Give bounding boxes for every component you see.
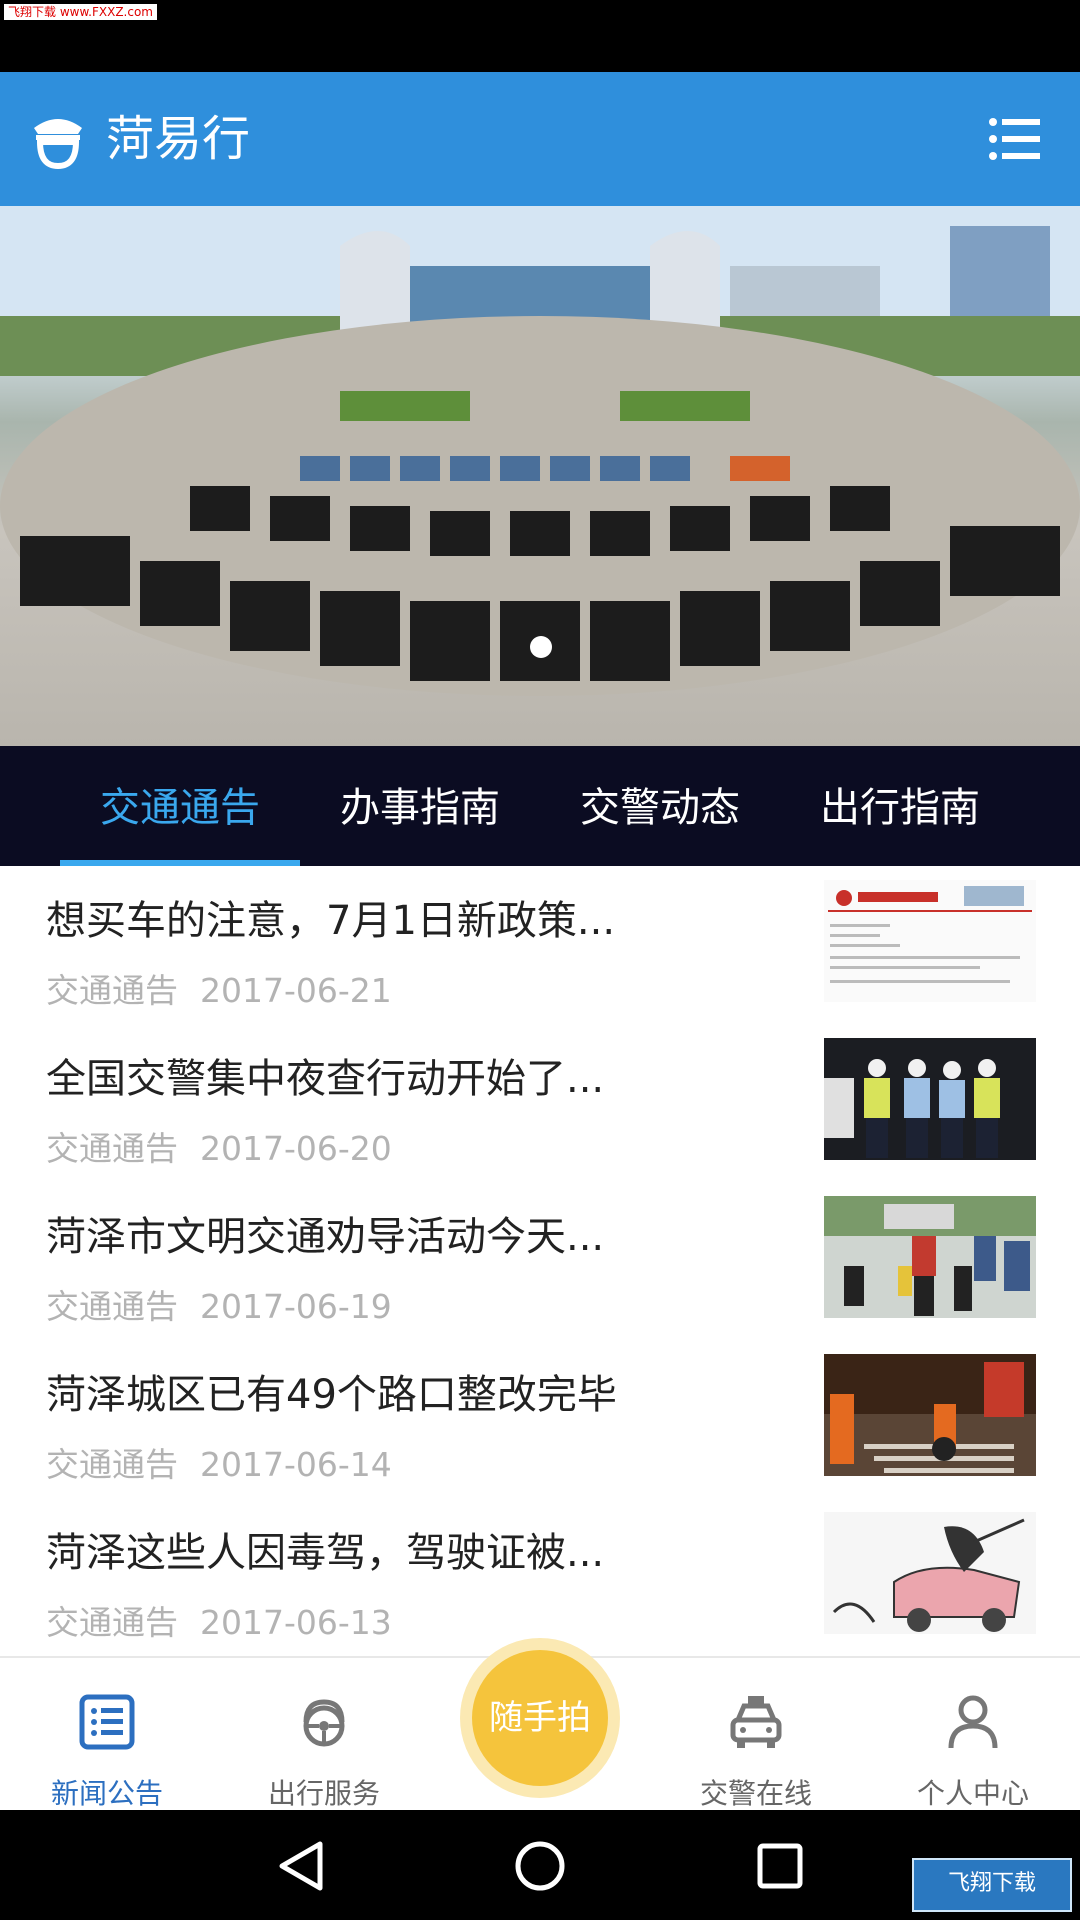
news-title: 想买车的注意，7月1日新政策... xyxy=(46,898,616,944)
news-date: 2017-06-21 xyxy=(200,971,392,1010)
brand-badge: 飞翔下载 xyxy=(912,1858,1072,1912)
news-list-item[interactable]: 菏泽城区已有49个路口整改完毕 交通通告 2017-06-14 xyxy=(0,1340,1080,1501)
snap-photo-button[interactable]: 随手拍 xyxy=(472,1650,608,1786)
back-icon[interactable] xyxy=(276,1840,326,1892)
news-category: 交通通告 xyxy=(46,971,178,1010)
news-thumbnail xyxy=(824,1038,1036,1160)
nav-travel-service[interactable]: 出行服务 xyxy=(234,1658,414,1812)
banner-carousel[interactable] xyxy=(0,206,1080,746)
recent-apps-icon[interactable] xyxy=(756,1842,804,1890)
news-category: 交通通告 xyxy=(46,1129,178,1168)
news-date: 2017-06-13 xyxy=(200,1603,392,1642)
news-title: 菏泽市文明交通劝导活动今天... xyxy=(46,1214,605,1260)
police-car-icon xyxy=(730,1696,782,1748)
category-tabs: 交通通告 办事指南 交警动态 出行指南 xyxy=(0,746,1080,866)
news-category: 交通通告 xyxy=(46,1287,178,1326)
news-date: 2017-06-19 xyxy=(200,1287,392,1326)
news-title: 菏泽这些人因毒驾，驾驶证被... xyxy=(46,1530,605,1576)
news-category: 交通通告 xyxy=(46,1445,178,1484)
app-title: 菏易行 xyxy=(106,111,251,167)
news-title: 菏泽城区已有49个路口整改完毕 xyxy=(46,1372,617,1418)
news-thumbnail xyxy=(824,1354,1036,1476)
status-bar xyxy=(0,0,1080,72)
nav-news[interactable]: 新闻公告 xyxy=(17,1658,197,1812)
news-list-item[interactable]: 想买车的注意，7月1日新政策... 交通通告 2017-06-21 xyxy=(0,866,1080,1027)
news-list-item[interactable]: 菏泽市文明交通劝导活动今天... 交通通告 2017-06-19 xyxy=(0,1182,1080,1343)
tab-police-news[interactable]: 交警动态 xyxy=(540,746,780,866)
news-meta: 交通通告 2017-06-20 xyxy=(46,1122,392,1170)
news-date: 2017-06-14 xyxy=(200,1445,392,1484)
news-meta: 交通通告 2017-06-21 xyxy=(46,964,392,1012)
carousel-indicator-dot[interactable] xyxy=(530,636,552,658)
news-list-item[interactable]: 菏泽这些人因毒驾，驾驶证被... 交通通告 2017-06-13 xyxy=(0,1498,1080,1659)
nav-label: 个人中心 xyxy=(916,1777,1029,1810)
news-meta: 交通通告 2017-06-13 xyxy=(46,1596,392,1644)
nav-label: 出行服务 xyxy=(267,1777,380,1810)
tab-traffic-notice[interactable]: 交通通告 xyxy=(60,746,300,866)
banner-image xyxy=(0,206,1080,696)
list-icon xyxy=(79,1694,135,1750)
news-category: 交通通告 xyxy=(46,1603,178,1642)
nav-personal-center[interactable]: 个人中心 xyxy=(883,1658,1063,1812)
tab-travel-guide[interactable]: 出行指南 xyxy=(780,746,1020,866)
steering-wheel-icon xyxy=(303,1699,345,1747)
news-meta: 交通通告 2017-06-14 xyxy=(46,1438,392,1486)
news-thumbnail xyxy=(824,1196,1036,1318)
nav-label: 交警在线 xyxy=(699,1777,812,1810)
watermark-text: 飞翔下载 www.FXXZ.com xyxy=(4,4,157,20)
person-icon xyxy=(948,1695,998,1749)
news-title: 全国交警集中夜查行动开始了... xyxy=(46,1056,605,1102)
tab-service-guide[interactable]: 办事指南 xyxy=(300,746,540,866)
news-list-item[interactable]: 全国交警集中夜查行动开始了... 交通通告 2017-06-20 xyxy=(0,1024,1080,1185)
news-meta: 交通通告 2017-06-19 xyxy=(46,1280,392,1328)
police-cap-logo-icon xyxy=(34,119,82,170)
app-header: 菏易行 xyxy=(0,72,1080,206)
home-icon[interactable] xyxy=(514,1840,566,1892)
news-date: 2017-06-20 xyxy=(200,1129,392,1168)
news-thumbnail xyxy=(824,1512,1036,1634)
menu-icon[interactable] xyxy=(988,116,1040,162)
news-thumbnail xyxy=(824,880,1036,1002)
nav-label: 新闻公告 xyxy=(50,1777,163,1810)
nav-police-online[interactable]: 交警在线 xyxy=(666,1658,846,1812)
